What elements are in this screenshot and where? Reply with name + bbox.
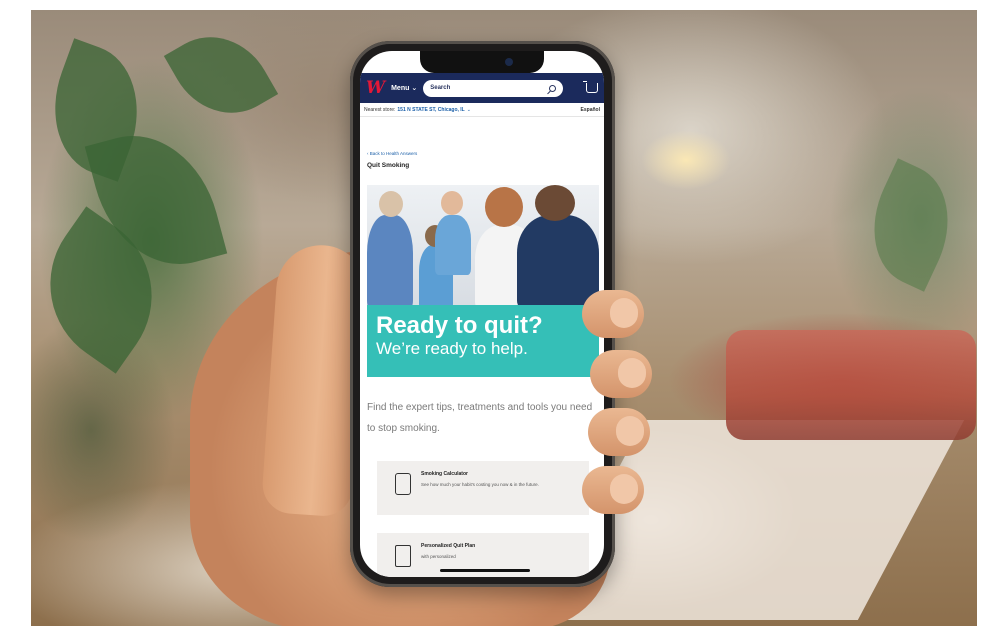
cart-icon[interactable] bbox=[583, 81, 598, 93]
menu-label: Menu bbox=[391, 84, 410, 92]
nearest-store-bar: Nearest store: 151 N STATE ST, Chicago, … bbox=[360, 103, 604, 117]
app-header: W Menu ⌄ Search bbox=[360, 73, 604, 103]
store-link[interactable]: 151 N STATE ST, Chicago, IL bbox=[397, 107, 464, 113]
hero-banner: Ready to quit? We’re ready to help. bbox=[367, 305, 599, 377]
smoking-calculator-card[interactable]: Smoking Calculator See how much your hab… bbox=[377, 461, 589, 515]
page-title: Quit Smoking bbox=[367, 162, 410, 169]
chevron-down-icon: ⌄ bbox=[466, 106, 471, 113]
phone-notch bbox=[420, 51, 544, 73]
hero-image bbox=[367, 185, 599, 305]
person-figure bbox=[517, 215, 599, 305]
person-figure bbox=[435, 215, 471, 275]
lamp-glow bbox=[641, 130, 731, 190]
hero-headline: Ready to quit? bbox=[376, 312, 543, 339]
back-to-health-answers-link[interactable]: ‹ Back to Health Answers bbox=[367, 151, 417, 156]
red-sofa bbox=[726, 330, 976, 440]
search-icon[interactable] bbox=[549, 84, 557, 92]
card-body: Smoking Calculator See how much your hab… bbox=[421, 471, 539, 489]
home-indicator bbox=[440, 569, 530, 572]
hero-subheadline: We’re ready to help. bbox=[376, 339, 528, 358]
menu-button[interactable]: Menu ⌄ bbox=[391, 84, 418, 93]
plant-leaf bbox=[851, 158, 971, 292]
camera-icon bbox=[505, 58, 513, 66]
search-input[interactable]: Search bbox=[423, 79, 564, 97]
person-figure bbox=[367, 215, 413, 305]
calculator-icon bbox=[395, 473, 411, 495]
person-head bbox=[535, 185, 575, 221]
walgreens-logo[interactable]: W bbox=[366, 78, 385, 98]
finger bbox=[588, 408, 650, 456]
card-body: Personalized Quit Plan with personalized bbox=[421, 543, 475, 561]
finger bbox=[590, 350, 652, 398]
chevron-down-icon: ⌄ bbox=[411, 85, 418, 92]
phone-screen: W Menu ⌄ Search Nearest store: 151 N STA… bbox=[360, 51, 604, 577]
finger bbox=[582, 290, 644, 338]
fingernail bbox=[610, 474, 638, 504]
language-link[interactable]: Español bbox=[581, 107, 600, 113]
nearest-store-label: Nearest store: bbox=[364, 106, 396, 113]
card-description: with personalized bbox=[421, 554, 456, 559]
person-head bbox=[379, 191, 403, 217]
card-title: Smoking Calculator bbox=[421, 471, 468, 477]
fingernail bbox=[618, 358, 646, 388]
intro-text: Find the expert tips, treatments and too… bbox=[367, 402, 593, 434]
fingernail bbox=[616, 416, 644, 446]
person-head bbox=[485, 187, 523, 227]
card-description: See how much your habit's costing you no… bbox=[421, 482, 539, 487]
fingernail bbox=[610, 298, 638, 328]
person-head bbox=[441, 191, 463, 215]
plant-leaf bbox=[163, 16, 279, 134]
finger bbox=[582, 466, 644, 514]
search-placeholder: Search bbox=[430, 85, 451, 91]
card-title: Personalized Quit Plan bbox=[421, 543, 476, 549]
clipboard-check-icon bbox=[395, 545, 411, 567]
